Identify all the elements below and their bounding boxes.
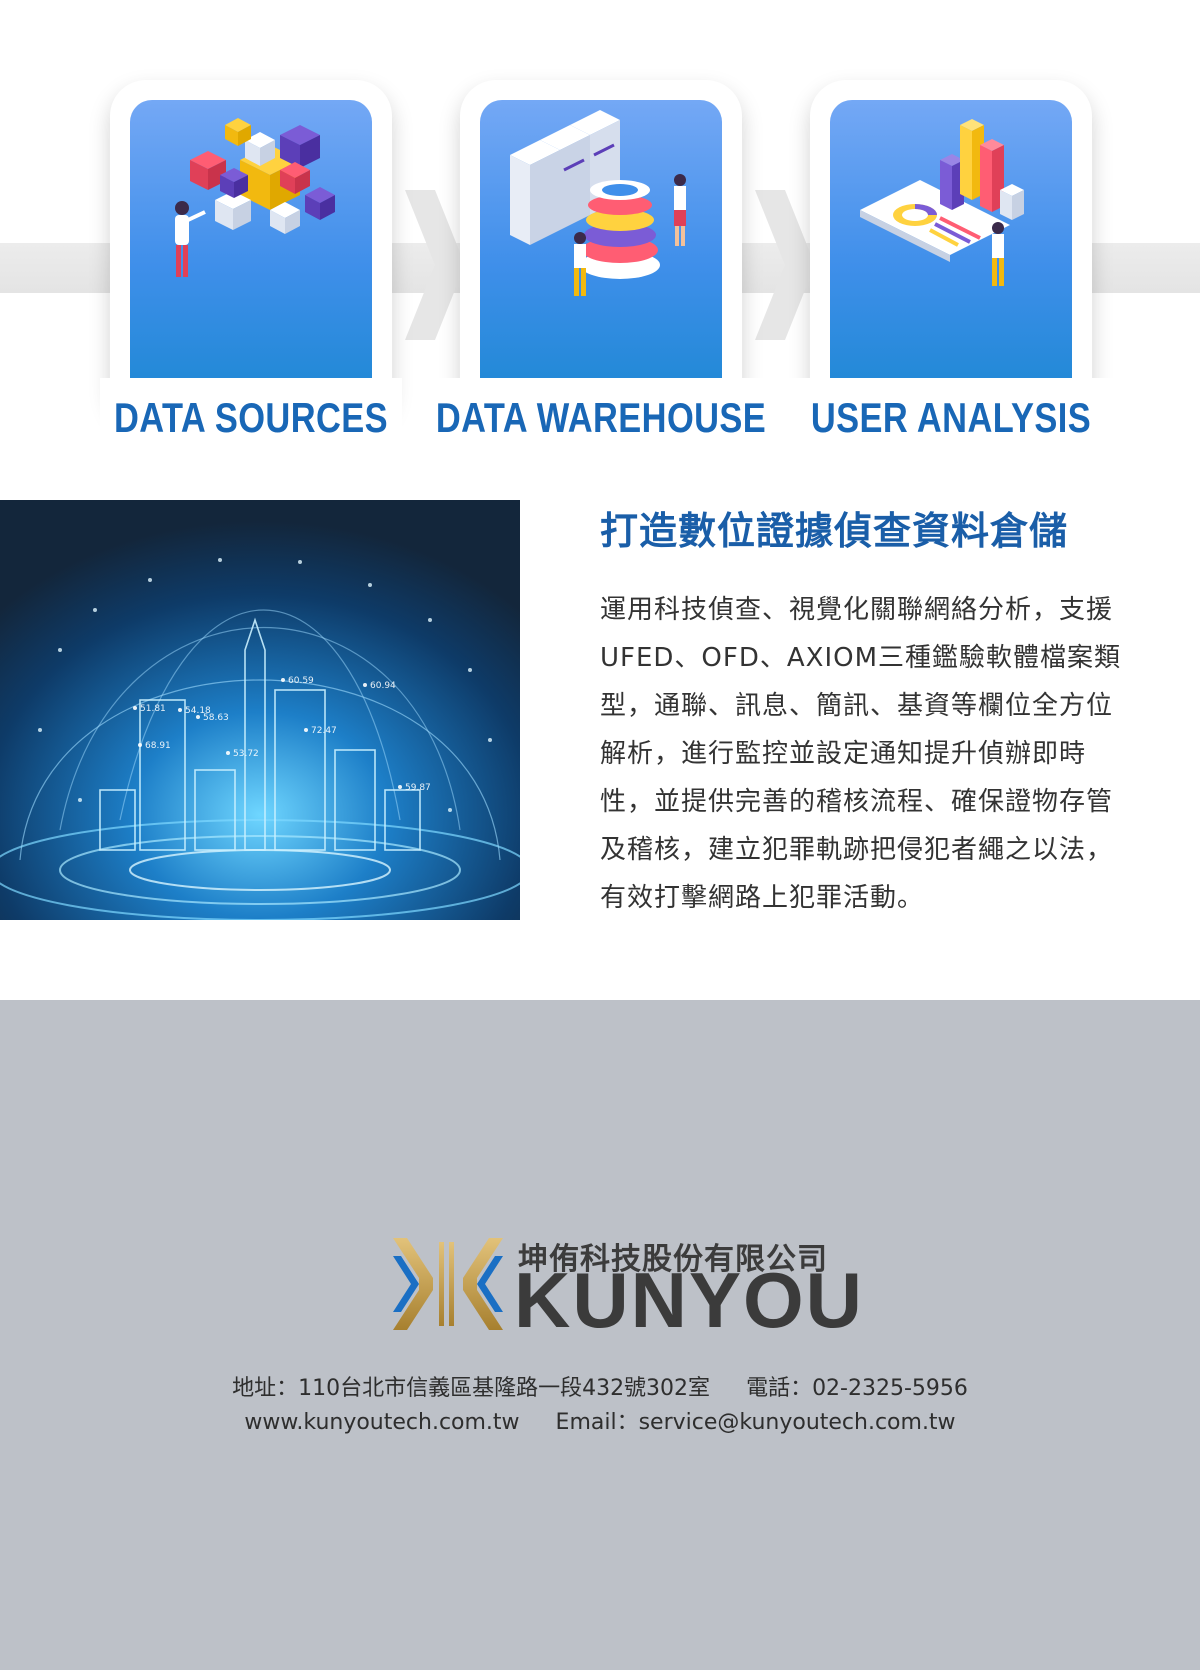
phone-text: 電話：02-2325-5956 bbox=[746, 1376, 968, 1401]
arrow-right-icon bbox=[755, 190, 815, 340]
step-label: USER ANALYSIS bbox=[810, 394, 1092, 441]
feature-heading: 打造數位證據偵查資料倉儲 bbox=[600, 509, 1069, 553]
city-data-label: 72.47 bbox=[311, 726, 337, 736]
city-data-label: 51.81 bbox=[140, 704, 166, 714]
contact-line-address: 地址：110台北市信義區基隆路一段432號302室 電話：02-2325-5956 bbox=[0, 1370, 1200, 1402]
website-link[interactable]: www.kunyoutech.com.tw bbox=[244, 1410, 519, 1435]
phone-chart-illustration-icon bbox=[860, 119, 1024, 286]
arrow-right-icon bbox=[405, 190, 465, 340]
contact-line-web: www.kunyoutech.com.tw Email：service@kunyo… bbox=[0, 1404, 1200, 1436]
smart-city-image: 51.81 54.18 58.63 60.59 60.94 68.91 72.4… bbox=[0, 500, 520, 920]
step-label: DATA SOURCES bbox=[113, 394, 389, 441]
kunyou-logo-icon bbox=[393, 1238, 503, 1330]
city-data-label: 59.87 bbox=[405, 783, 431, 793]
server-database-illustration-icon bbox=[510, 110, 686, 296]
city-data-label: 60.94 bbox=[370, 681, 396, 691]
step-label: DATA WAREHOUSE bbox=[435, 394, 767, 441]
feature-body-text: 運用科技偵查、視覺化關聯網絡分析，支援UFED、OFD、AXIOM三種鑑驗軟體檔… bbox=[600, 595, 1122, 913]
city-data-label: 53.72 bbox=[233, 749, 259, 759]
city-data-label: 68.91 bbox=[145, 741, 171, 751]
city-data-label: 58.63 bbox=[203, 713, 229, 723]
address-text: 地址：110台北市信義區基隆路一段432號302室 bbox=[232, 1376, 711, 1401]
company-name-english: KUNYOU bbox=[514, 1256, 865, 1344]
city-data-label: 60.59 bbox=[288, 676, 314, 686]
cubes-illustration-icon bbox=[175, 118, 335, 277]
process-card-user-analysis: USER ANALYSIS bbox=[788, 80, 1114, 456]
process-card-data-warehouse: DATA WAREHOUSE bbox=[436, 80, 766, 456]
email-link[interactable]: Email：service@kunyoutech.com.tw bbox=[556, 1410, 956, 1435]
process-card-data-sources: DATA SOURCES bbox=[100, 80, 402, 456]
